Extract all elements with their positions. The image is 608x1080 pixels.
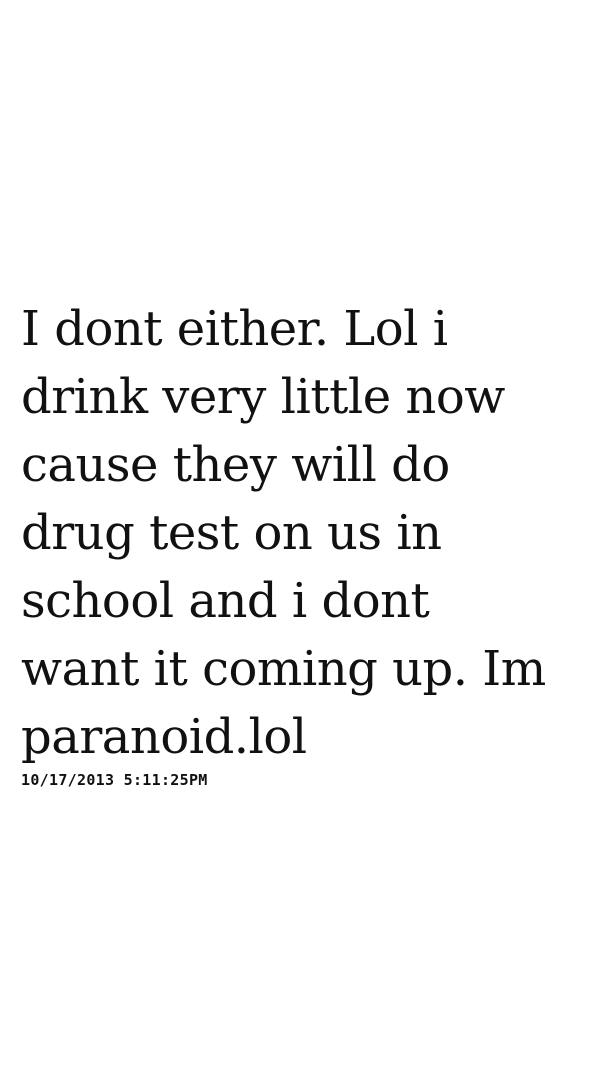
message-line: I dont either. Lol i: [21, 301, 448, 357]
message-line: paranoid.lol: [21, 709, 307, 765]
message-line: school and i dont: [21, 573, 430, 629]
message-timestamp: 10/17/2013 5:11:25PM: [21, 771, 208, 789]
message-line: drink very little now: [21, 369, 505, 425]
message-line: want it coming up. Im: [21, 641, 546, 697]
message-line: drug test on us in: [21, 505, 442, 561]
message-line: cause they will do: [21, 437, 450, 493]
message-text: I dont either. Lol i drink very little n…: [21, 295, 591, 771]
